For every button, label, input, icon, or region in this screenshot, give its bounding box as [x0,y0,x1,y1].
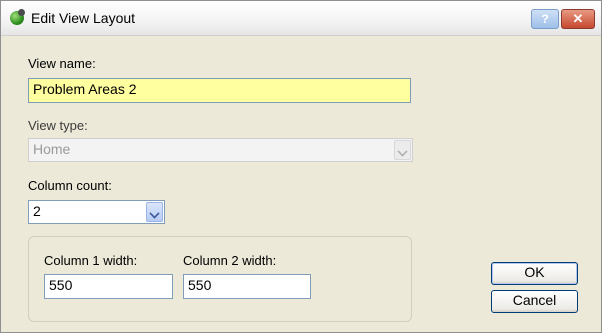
column-count-value: 2 [33,203,41,219]
column-count-label: Column count: [28,178,112,193]
close-button[interactable]: ✕ [561,9,595,29]
title-bar: Edit View Layout ? ✕ [1,1,601,36]
view-name-label: View name: [28,56,96,71]
view-type-label: View type: [28,118,88,133]
column-count-select[interactable]: 2 [28,200,165,224]
dialog-content: View name: Problem Areas 2 View type: Ho… [1,36,601,332]
help-button[interactable]: ? [531,9,559,29]
column1-width-label: Column 1 width: [44,253,138,268]
view-type-value: Home [33,141,71,157]
column1-width-field[interactable]: 550 [44,274,173,299]
column2-width-label: Column 2 width: [183,253,277,268]
view-type-select: Home [28,138,413,162]
app-icon [10,9,25,25]
view-type-dropdown-icon [394,140,411,160]
dialog-window: Edit View Layout ? ✕ View name: Problem … [0,0,602,333]
view-name-field[interactable]: Problem Areas 2 [28,78,411,103]
window-title: Edit View Layout [31,10,136,26]
ok-button[interactable]: OK [491,262,578,285]
column-count-dropdown-icon[interactable] [146,202,163,222]
cancel-button[interactable]: Cancel [491,290,578,313]
column2-width-field[interactable]: 550 [183,274,311,299]
